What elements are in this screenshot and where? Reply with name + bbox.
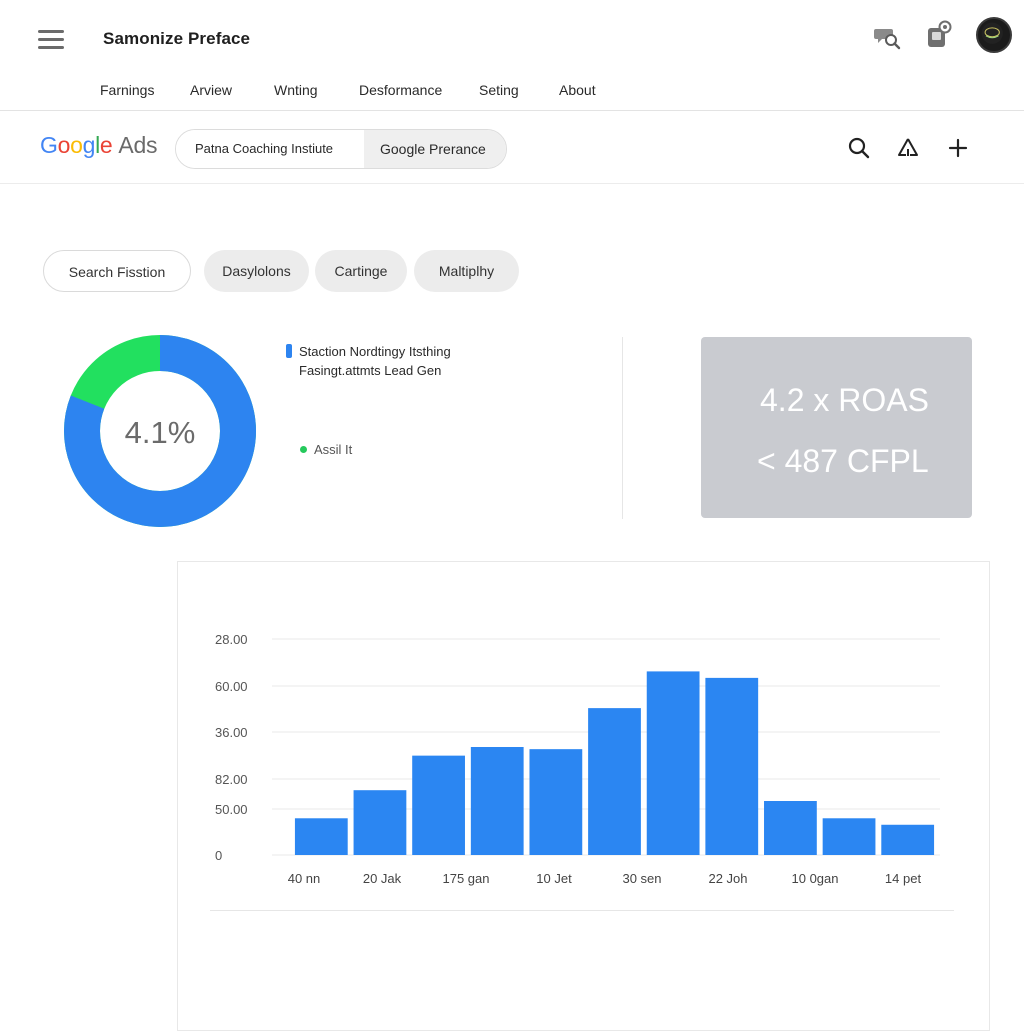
y-tick-label: 60.00	[215, 679, 248, 694]
filter-chip-dasylolons[interactable]: Dasylolons	[204, 250, 309, 292]
donut-center-value: 4.1%	[124, 415, 196, 450]
y-tick-label: 50.00	[215, 802, 248, 817]
chart-footer-divider	[210, 910, 954, 911]
nav-link-arview[interactable]: Arview	[190, 82, 232, 98]
y-tick-label: 0	[215, 848, 222, 863]
chart-bar	[529, 749, 583, 855]
legend-secondary-label: Assil It	[314, 442, 353, 457]
filter-chip-cartinge[interactable]: Cartinge	[315, 250, 407, 292]
chart-bar	[764, 801, 817, 855]
filter-chip-maltiplhy[interactable]: Maltiplhy	[414, 250, 519, 292]
x-tick-label: 30 sen	[622, 871, 661, 886]
ads-logo-text: Ads	[118, 132, 158, 158]
chart-bar	[881, 824, 935, 855]
app-title: Samonize Preface	[103, 29, 251, 48]
nav-link-about[interactable]: About	[559, 82, 596, 98]
y-tick-label: 82.00	[215, 772, 248, 787]
search-icon[interactable]	[846, 135, 872, 161]
chart-bar	[294, 818, 348, 855]
profile-avatar[interactable]	[976, 17, 1012, 53]
x-tick-label: 175 gan	[443, 871, 490, 886]
x-tick-label: 10 0gan	[792, 871, 839, 886]
hamburger-menu-icon[interactable]	[38, 28, 66, 52]
x-tick-label: 20 Jak	[363, 871, 402, 886]
legend-secondary-dot	[300, 446, 307, 453]
x-tick-label: 10 Jet	[536, 871, 572, 886]
y-tick-label: 28.00	[215, 632, 248, 647]
cpl-metric: < 487 CFPL	[757, 443, 929, 479]
chart-bar	[705, 677, 759, 855]
y-tick-label: 36.00	[215, 725, 248, 740]
account-primary-tab[interactable]: Patna Coaching Instiute	[176, 130, 364, 168]
chart-bar	[412, 755, 465, 855]
search-filter-chip[interactable]: Search Fisstion	[43, 250, 191, 292]
section-divider	[622, 337, 623, 519]
nav-link-farnings[interactable]: Farnings	[100, 82, 154, 98]
x-tick-label: 14 pet	[885, 871, 922, 886]
notification-device-icon[interactable]	[924, 20, 954, 50]
chart-bar	[588, 708, 641, 855]
x-tick-label: 22 Joh	[708, 871, 747, 886]
legend-primary-swatch	[286, 344, 292, 358]
chart-bar	[646, 671, 700, 855]
account-secondary-tab[interactable]: Google Prerance	[364, 130, 506, 168]
bar-chart: 28.00 60.00 36.00 82.00 50.00 0 40 nn 20 Jak 175…	[215, 632, 940, 886]
google-ads-logo[interactable]: Google Ads	[40, 132, 157, 159]
nav-link-seting[interactable]: Seting	[479, 82, 519, 98]
chart-bar	[353, 790, 407, 855]
alert-icon[interactable]	[895, 135, 921, 161]
nav-link-wnting[interactable]: Wnting	[274, 82, 318, 98]
x-tick-label: 40 nn	[288, 871, 321, 886]
chart-bar	[470, 747, 524, 855]
legend-primary-title: Staction Nordtingy Itsthing	[299, 344, 451, 359]
add-icon[interactable]	[945, 135, 971, 161]
metric-card[interactable]	[701, 337, 972, 518]
legend-primary-subtitle: Fasingt.attmts Lead Gen	[299, 363, 442, 378]
nav-link-desformance[interactable]: Desformance	[359, 82, 442, 98]
chart-bar	[822, 818, 876, 855]
roas-metric: 4.2 x ROAS	[760, 382, 929, 418]
search-chat-icon[interactable]	[872, 22, 902, 52]
account-switcher: Patna Coaching Instiute Google Prerance	[175, 129, 507, 169]
